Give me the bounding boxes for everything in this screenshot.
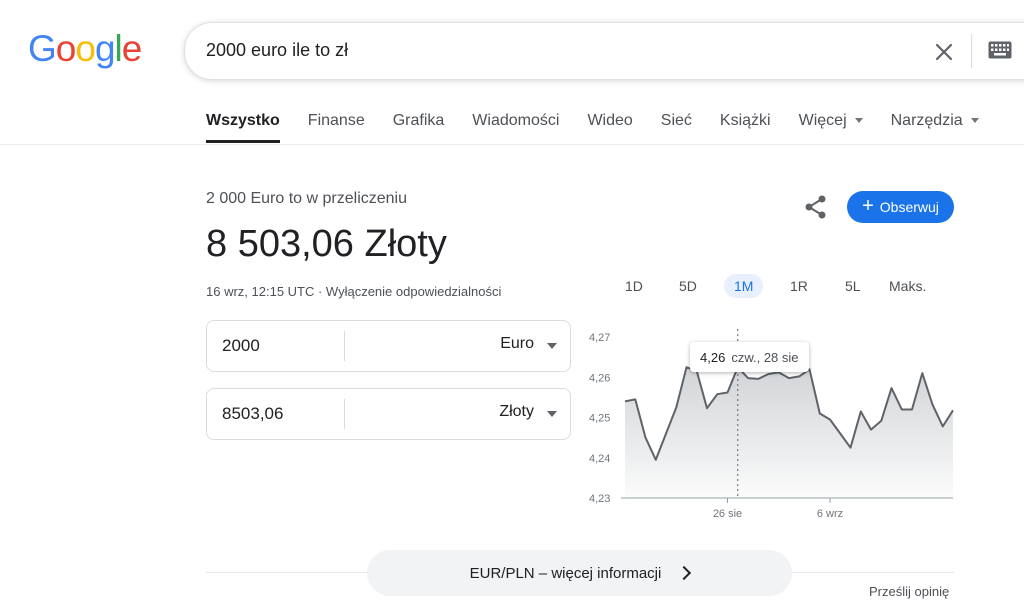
x-tick-label: 26 sie xyxy=(713,508,742,520)
google-logo[interactable]: Google xyxy=(28,28,143,70)
tab-finanse[interactable]: Finanse xyxy=(308,112,365,130)
converter-to-row: 8503,06 Złoty xyxy=(206,388,571,440)
follow-button[interactable]: + Obserwuj xyxy=(847,191,954,223)
tab-label: Grafika xyxy=(392,112,445,129)
tooltip-date: czw., 28 sie xyxy=(731,349,799,365)
search-input[interactable]: 2000 euro ile to zł xyxy=(206,40,348,61)
close-icon[interactable] xyxy=(930,38,958,66)
chart-tooltip: 4,26 czw., 28 sie xyxy=(690,342,809,372)
converter-separator xyxy=(344,331,345,361)
plus-icon: + xyxy=(862,195,874,217)
tab-label: Finanse xyxy=(307,112,365,129)
more-info-button[interactable]: EUR/PLN – więcej informacji xyxy=(367,550,792,596)
timestamp-disclaimer: 16 wrz, 12:15 UTC · Wyłączenie odpowiedz… xyxy=(206,284,502,299)
logo-letter: l xyxy=(114,28,123,69)
logo-letter: G xyxy=(28,28,57,69)
range-1r[interactable]: 1R xyxy=(790,278,808,294)
search-divider xyxy=(971,34,972,68)
range-1d[interactable]: 1D xyxy=(625,278,643,294)
converted-amount: 8 503,06 Złoty xyxy=(206,223,447,265)
y-tick-label: 4,27 xyxy=(589,332,610,344)
tab-label: Książki xyxy=(719,112,771,129)
tab-label: Więcej xyxy=(798,112,847,129)
tab-więcej[interactable]: Więcej xyxy=(799,112,863,130)
caret-down-icon xyxy=(854,118,863,124)
tab-label: Wideo xyxy=(587,112,633,129)
feedback-link[interactable]: Prześlij opinię xyxy=(869,584,949,599)
tab-label: Wiadomości xyxy=(472,112,560,129)
tab-wideo[interactable]: Wideo xyxy=(587,112,632,130)
tab-wszystko[interactable]: Wszystko xyxy=(206,112,280,143)
caret-down-icon xyxy=(970,118,979,124)
logo-letter: e xyxy=(121,28,143,69)
from-amount-input[interactable]: 2000 xyxy=(222,336,260,356)
tab-label: Narzędzia xyxy=(890,112,963,129)
from-currency-select[interactable]: Euro xyxy=(500,335,534,353)
follow-label: Obserwuj xyxy=(879,199,939,215)
chevron-down-icon[interactable] xyxy=(547,411,557,417)
share-icon[interactable] xyxy=(803,193,829,221)
to-currency-select[interactable]: Złoty xyxy=(499,403,534,421)
logo-letter: o xyxy=(75,28,96,69)
x-tick-label: 6 wrz xyxy=(817,508,843,520)
range-5l[interactable]: 5L xyxy=(845,278,861,294)
range-max[interactable]: Maks. xyxy=(889,278,926,294)
chart-area xyxy=(625,367,953,498)
converter-from-row: 2000 Euro xyxy=(206,320,571,372)
tab-sieć[interactable]: Sieć xyxy=(661,112,692,130)
range-1m[interactable]: 1M xyxy=(724,274,764,298)
chevron-down-icon[interactable] xyxy=(547,343,557,349)
keyboard-icon[interactable] xyxy=(988,41,1012,59)
logo-letter: o xyxy=(55,28,77,69)
search-tabs: Wszystko Finanse Grafika Wiadomości Wideo Sie… xyxy=(206,112,1007,143)
tab-label: Wszystko xyxy=(206,112,280,129)
logo-letter: g xyxy=(94,28,116,69)
tooltip-value: 4,26 xyxy=(700,349,726,365)
conversion-subtitle: 2 000 Euro to w przeliczeniu xyxy=(206,190,407,207)
range-5d[interactable]: 5D xyxy=(679,278,697,294)
header-divider xyxy=(0,144,1024,145)
more-info-label: EUR/PLN – więcej informacji xyxy=(469,564,662,582)
tab-książki[interactable]: Książki xyxy=(720,112,771,130)
y-tick-label: 4,24 xyxy=(589,453,610,465)
y-tick-label: 4,23 xyxy=(589,493,610,505)
converter-separator xyxy=(344,399,345,429)
y-tick-label: 4,26 xyxy=(589,372,610,384)
tab-label: Sieć xyxy=(660,112,692,129)
tab-wiadomości[interactable]: Wiadomości xyxy=(472,112,559,130)
to-amount-input[interactable]: 8503,06 xyxy=(222,404,283,424)
y-tick-label: 4,25 xyxy=(589,413,610,425)
tab-grafika[interactable]: Grafika xyxy=(393,112,445,130)
tab-narzędzia[interactable]: Narzędzia xyxy=(891,112,979,130)
chevron-right-icon xyxy=(677,565,692,581)
